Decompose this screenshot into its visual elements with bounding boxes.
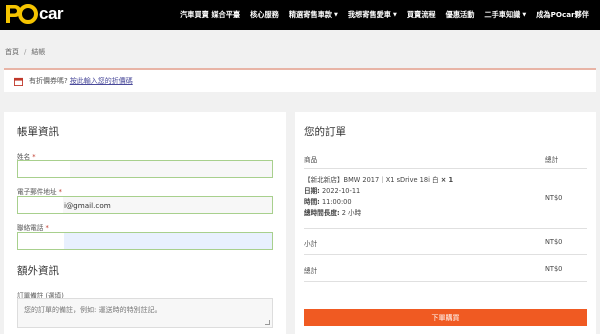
redaction-mask [18, 197, 63, 213]
breadcrumb-separator: / [24, 48, 27, 56]
extra-info-title: 額外資訊 [17, 265, 59, 277]
redaction-mask [18, 233, 64, 249]
nav-featured-cars[interactable]: 精選寄售車款 ▼ [284, 10, 343, 20]
email-label: 電子郵件地址 * [17, 188, 62, 196]
item-date: 日期: 2022-10-11 [304, 187, 361, 195]
place-order-button[interactable]: 下單購買 [304, 309, 587, 326]
breadcrumb: 首頁 / 結帳 [5, 47, 45, 57]
col-total: 總計 [545, 156, 559, 164]
order-notes-textarea[interactable]: 您的訂單的備註，例如: 運送時的特別註記。 [17, 298, 273, 328]
breadcrumb-home[interactable]: 首頁 [5, 47, 19, 57]
redaction-mask [18, 161, 70, 177]
pocar-logo[interactable]: car [4, 3, 64, 25]
nav-process[interactable]: 買賣流程 [402, 10, 441, 20]
nav-core-services[interactable]: 核心服務 [245, 10, 284, 20]
total-row: 總計 NT$0 [304, 255, 587, 282]
breadcrumb-current: 結帳 [31, 48, 46, 56]
total-label: 總計 [304, 267, 318, 275]
nav-partner[interactable]: 成為POcar夥伴 [531, 10, 594, 20]
po-logo-icon [6, 4, 38, 24]
name-field[interactable] [17, 160, 273, 178]
order-panel: 您的訂單 商品 總計 【新北新店】BMW 2017｜X1 sDrive 18i … [295, 112, 596, 334]
main-nav: 汽車買賣 媒合平臺 核心服務 精選寄售車款 ▼ 我想寄售愛車 ▼ 買賣流程 優惠活動… [175, 0, 594, 30]
order-table-header: 商品 總計 [304, 154, 587, 169]
chevron-down-icon: ▼ [334, 12, 338, 18]
email-field[interactable]: i@gmail.com [17, 196, 273, 214]
coupon-notice: 有折價券嗎? 按此輸入您的折價碼 [4, 68, 596, 92]
billing-panel: 帳單資訊 姓名 * 電子郵件地址 * i@gmail.com 聯絡電話 * 額外… [4, 112, 286, 334]
subtotal-value: NT$0 [545, 238, 563, 246]
chevron-down-icon: ▼ [522, 12, 527, 18]
logo-text: car [39, 4, 64, 23]
nav-promotions[interactable]: 優惠活動 [441, 10, 480, 20]
phone-label: 聯絡電話 * [17, 224, 49, 232]
nav-consign-car[interactable]: 我想寄售愛車 ▼ [343, 10, 402, 20]
subtotal-label: 小計 [304, 240, 318, 248]
item-total: NT$0 [545, 194, 563, 202]
order-item-row: 【新北新店】BMW 2017｜X1 sDrive 18i 白 × 1 日期: 2… [304, 169, 587, 229]
nav-matching-platform[interactable]: 汽車買賣 媒合平臺 [175, 10, 245, 20]
calendar-icon [14, 77, 23, 86]
coupon-link[interactable]: 按此輸入您的折價碼 [70, 76, 133, 86]
col-product: 商品 [304, 156, 318, 164]
phone-field[interactable] [17, 232, 273, 250]
order-title: 您的訂單 [304, 126, 346, 138]
resize-handle-icon[interactable] [265, 320, 270, 325]
total-value: NT$0 [545, 265, 563, 273]
item-duration: 總時間長度: 2 小時 [304, 209, 362, 217]
item-name: 【新北新店】BMW 2017｜X1 sDrive 18i 白 × 1 [304, 176, 454, 184]
billing-title: 帳單資訊 [17, 126, 59, 138]
nav-knowledge[interactable]: 二手車知識 ▼ [479, 10, 531, 20]
subtotal-row: 小計 NT$0 [304, 229, 587, 255]
item-time: 時間: 11:00:00 [304, 198, 352, 206]
chevron-down-icon: ▼ [393, 12, 397, 18]
coupon-text: 有折價券嗎? [29, 77, 68, 85]
site-header: car 汽車買賣 媒合平臺 核心服務 精選寄售車款 ▼ 我想寄售愛車 ▼ 買賣流程 … [0, 0, 600, 30]
